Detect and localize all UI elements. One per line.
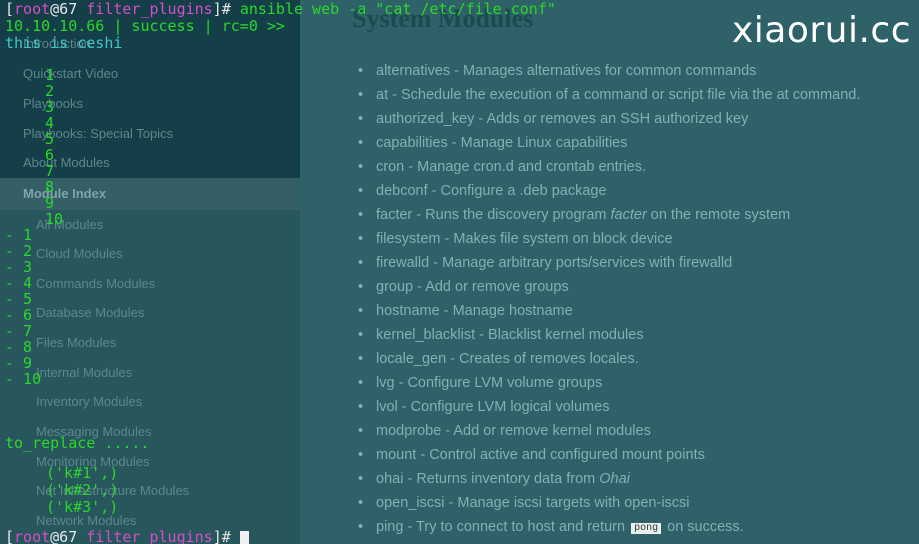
terminal-number-line: 7 <box>45 162 55 180</box>
terminal-number-line: 9 <box>45 194 55 212</box>
terminal-dashed-line: - 10 <box>5 370 42 388</box>
terminal-dashed-line: - 4 <box>5 274 33 292</box>
terminal-output[interactable]: [root@67 filter_plugins]# ansible web -a… <box>0 0 919 544</box>
terminal-command: ansible web -a "cat /etc/file.conf" <box>239 0 556 18</box>
terminal-dashed-line: - 2 <box>5 242 33 260</box>
terminal-number-line: 4 <box>45 114 55 132</box>
terminal-number-line: 1 <box>45 66 55 84</box>
terminal-number-line: 5 <box>45 130 55 148</box>
terminal-cursor <box>239 531 249 544</box>
terminal-dashed-line: - 3 <box>5 258 33 276</box>
terminal-tuple-line: ('k#1',) <box>46 464 119 482</box>
terminal-prompt-line-1: [root@67 filter_plugins]# ansible web -a… <box>5 0 556 18</box>
terminal-to-replace: to_replace ..... <box>5 434 150 452</box>
terminal-first-line: this is ceshi <box>5 34 123 52</box>
terminal-number-line: 10 <box>45 210 64 228</box>
terminal-prompt-line-2[interactable]: [root@67 filter_plugins]# <box>5 529 249 544</box>
terminal-dashed-line: - 6 <box>5 306 33 324</box>
screen: Introduction Quickstart Video Playbooks Pla… <box>0 0 919 544</box>
terminal-dashed-line: - 7 <box>5 322 33 340</box>
terminal-dashed-line: - 1 <box>5 226 33 244</box>
terminal-result-header: 10.10.10.66 | success | rc=0 >> <box>5 17 285 35</box>
terminal-dashed-line: - 5 <box>5 290 33 308</box>
terminal-number-line: 6 <box>45 146 55 164</box>
terminal-dashed-line: - 8 <box>5 338 33 356</box>
terminal-dashed-line: - 9 <box>5 354 33 372</box>
terminal-tuple-line: ('k#2',) <box>46 481 119 499</box>
terminal-number-line: 3 <box>45 98 55 116</box>
terminal-tuple-line: ('k#3',) <box>46 498 119 516</box>
terminal-number-line: 8 <box>45 178 55 196</box>
terminal-number-line: 2 <box>45 82 55 100</box>
